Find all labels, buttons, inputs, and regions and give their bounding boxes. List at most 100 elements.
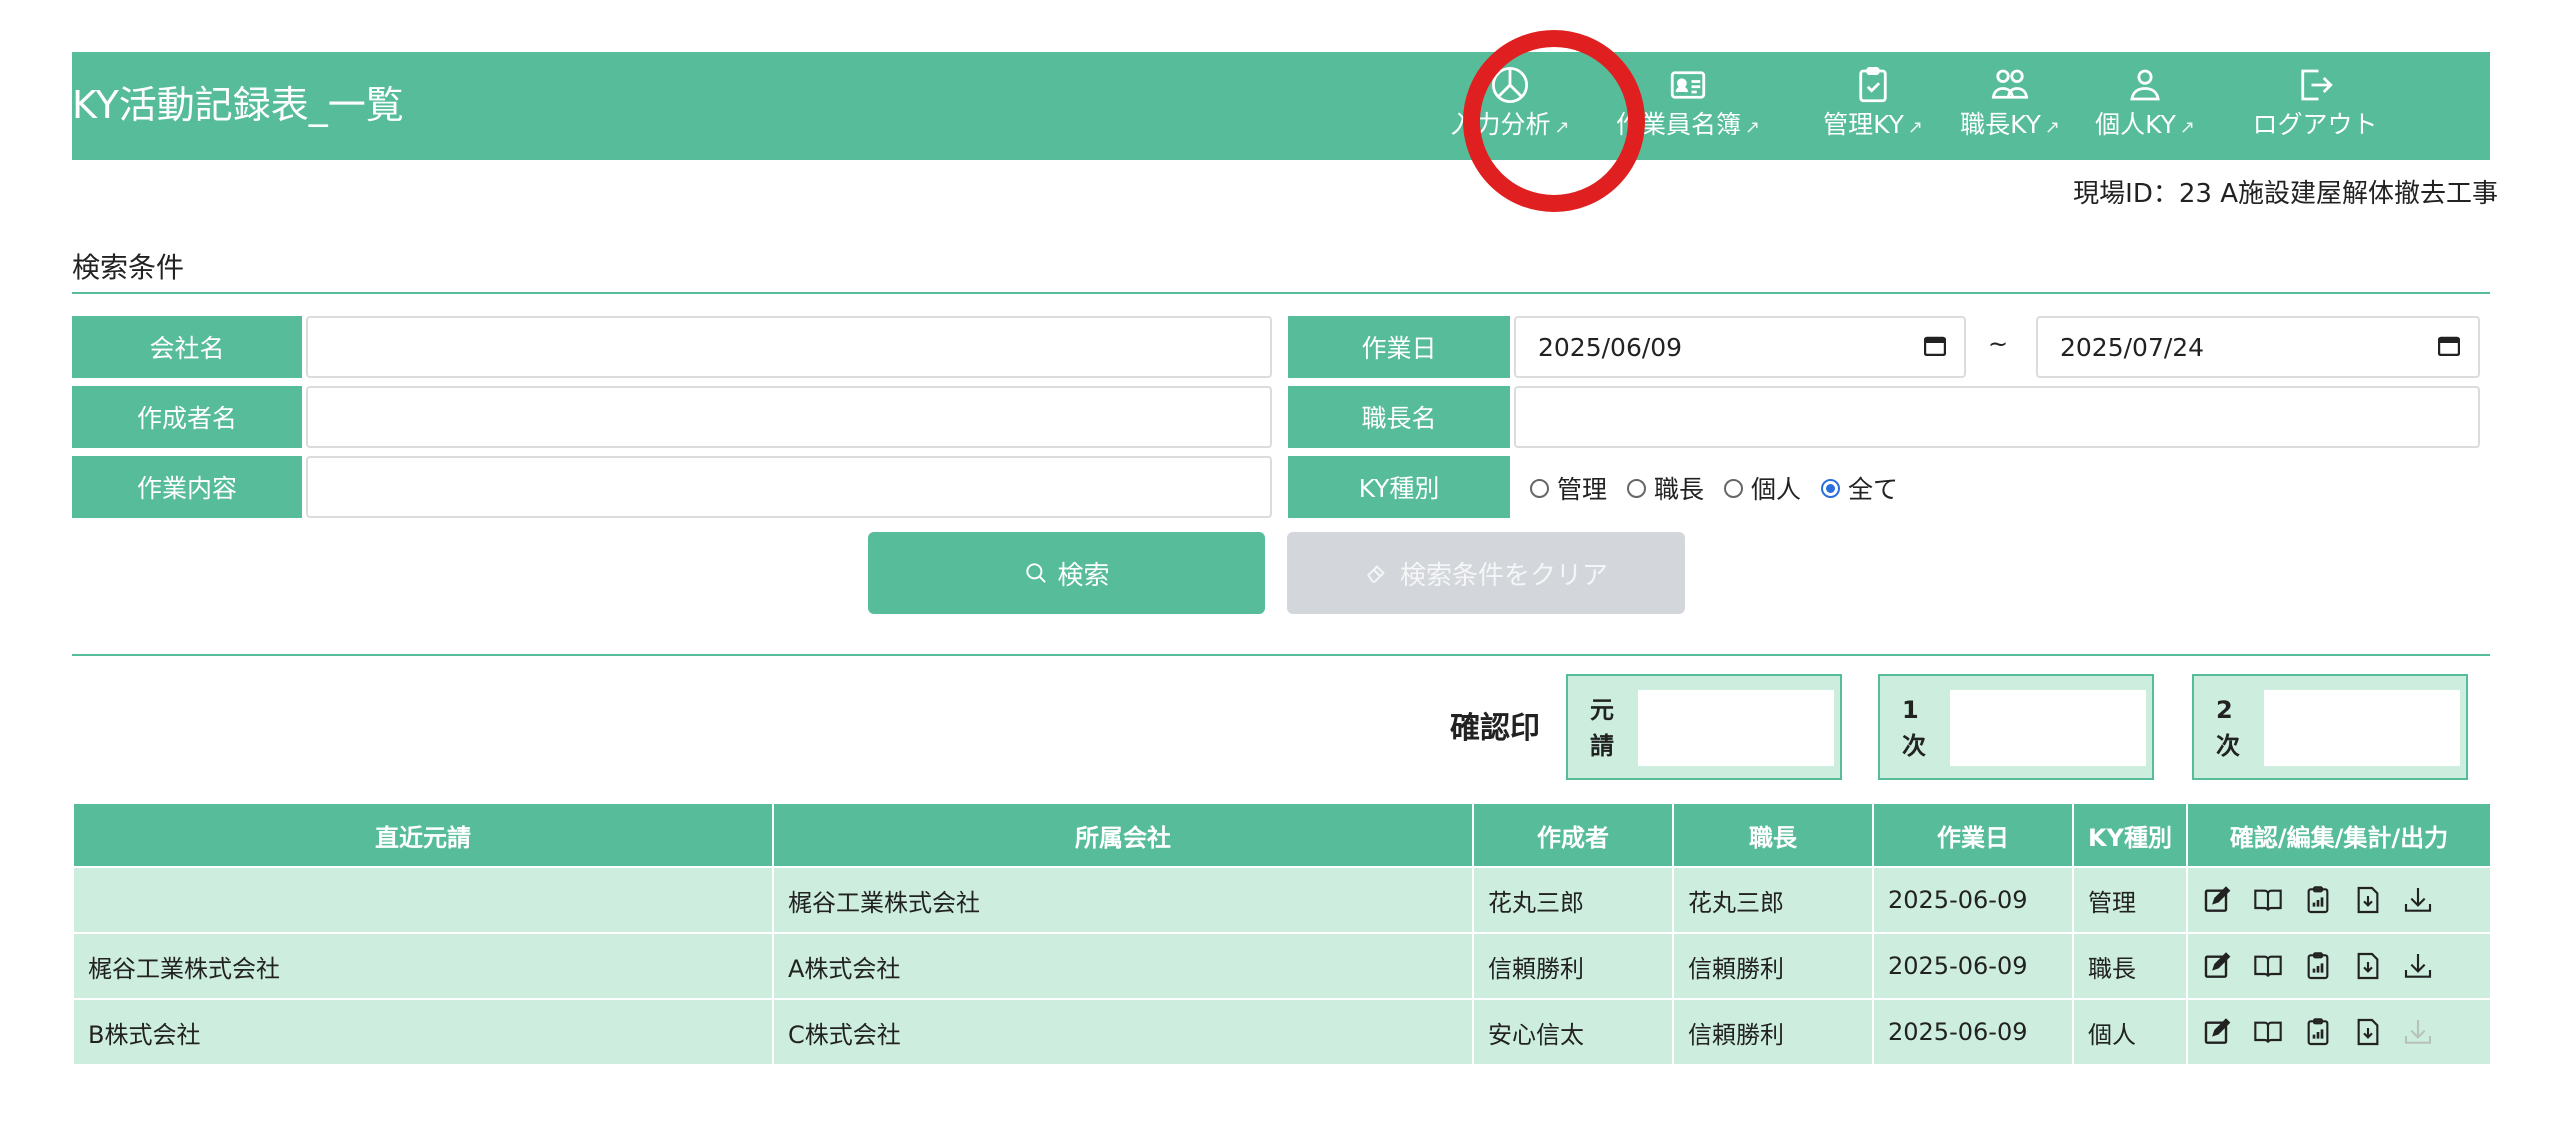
stamp-title: 次 (2216, 732, 2240, 760)
external-link-icon: ↗ (1554, 117, 1570, 138)
author-label: 作成者名 (72, 386, 302, 448)
author-input[interactable] (306, 386, 1272, 448)
user-icon (2130, 69, 2160, 101)
cell-company: 梶谷工業株式会社 (772, 866, 1474, 934)
clipboard-data-icon[interactable] (2302, 1016, 2334, 1048)
app-header: KY活動記録表_一覧 入力分析 ↗ 作業員名簿 ↗ 管理KY ↗ 職長KY ↗ 個人KY… (72, 52, 2490, 160)
clipboard-check-icon (1859, 66, 1887, 103)
work-label: 作業内容 (72, 456, 302, 518)
divider (72, 654, 2490, 656)
eraser-icon (1367, 565, 1385, 583)
file-download-icon[interactable] (2352, 1016, 2384, 1048)
cell-actions (2186, 866, 2492, 934)
nav-logout[interactable]: ログアウト (2240, 64, 2390, 160)
date-from-input[interactable]: 2025/06/09 (1514, 316, 1966, 378)
cell-author: 花丸三郎 (1472, 866, 1674, 934)
table-row: 梶谷工業株式会社 A株式会社 信頼勝利 信頼勝利 2025-06-09 職長 (72, 932, 2492, 1000)
nav-label: 作業員名簿 (1615, 110, 1741, 139)
nav-personal-ky[interactable]: 個人KY ↗ (2080, 64, 2210, 160)
nav-label: 職長KY (1960, 110, 2041, 139)
stamp-field[interactable] (1950, 690, 2146, 766)
stamp-field[interactable] (2264, 690, 2460, 766)
nav-input-analysis[interactable]: 入力分析 ↗ (1440, 64, 1580, 160)
work-input[interactable] (306, 456, 1272, 518)
stamp-title: 請 (1590, 732, 1614, 760)
col-header: 職長 (1672, 802, 1874, 868)
date-from-value: 2025/06/09 (1538, 332, 1683, 362)
external-link-icon: ↗ (2179, 117, 2195, 138)
clear-button-label: 検索条件をクリア (1399, 560, 1608, 591)
col-header: 所属会社 (772, 802, 1474, 868)
cell-date: 2025-06-09 (1872, 998, 2074, 1066)
download-icon[interactable] (2402, 950, 2434, 982)
edit-icon[interactable] (2202, 884, 2234, 916)
radio-label: 全て (1848, 475, 1899, 504)
nav-foreman-ky[interactable]: 職長KY ↗ (1945, 64, 2075, 160)
external-link-icon: ↗ (2044, 117, 2060, 138)
radio-circle-selected[interactable] (1821, 478, 1841, 498)
divider (72, 292, 2490, 294)
book-icon[interactable] (2252, 950, 2284, 982)
book-icon[interactable] (2252, 884, 2284, 916)
radio-foreman[interactable]: 職長 (1627, 470, 1704, 506)
id-card-icon (1670, 71, 1706, 99)
search-button-label: 検索 (1057, 560, 1110, 591)
table-row: 梶谷工業株式会社 花丸三郎 花丸三郎 2025-06-09 管理 (72, 866, 2492, 934)
logout-icon (2301, 69, 2333, 101)
stamp-title: 元 (1590, 696, 1614, 724)
foreman-input[interactable] (1514, 386, 2480, 448)
download-icon-disabled (2404, 1020, 2432, 1044)
cell-foreman: 花丸三郎 (1672, 866, 1874, 934)
file-download-icon[interactable] (2352, 950, 2384, 982)
file-download-icon[interactable] (2352, 884, 2384, 916)
ky-records-table: 直近元請 所属会社 作成者 職長 作業日 KY種別 確認/編集/集計/出力 梶谷… (72, 802, 2492, 1066)
company-label: 会社名 (72, 316, 302, 378)
external-link-icon: ↗ (1907, 117, 1923, 138)
stamp-title: 次 (1902, 732, 1926, 760)
nav-worker-list[interactable]: 作業員名簿 ↗ (1588, 64, 1788, 160)
radio-circle[interactable] (1627, 478, 1647, 498)
search-icon (1026, 563, 1047, 583)
col-header: 直近元請 (72, 802, 774, 868)
cell-foreman: 信頼勝利 (1672, 932, 1874, 1000)
clipboard-data-icon[interactable] (2302, 884, 2334, 916)
radio-admin[interactable]: 管理 (1530, 470, 1607, 506)
stamp-field[interactable] (1638, 690, 1834, 766)
download-icon[interactable] (2402, 884, 2434, 916)
table-header-row: 直近元請 所属会社 作成者 職長 作業日 KY種別 確認/編集/集計/出力 (72, 802, 2492, 868)
page-title: KY活動記録表_一覧 (72, 83, 404, 127)
clear-search-button[interactable]: 検索条件をクリア (1287, 532, 1685, 614)
stamp-label: 確認印 (1450, 711, 1540, 746)
radio-personal[interactable]: 個人 (1724, 470, 1801, 506)
search-button[interactable]: 検索 (868, 532, 1265, 614)
top-nav: 入力分析 ↗ 作業員名簿 ↗ 管理KY ↗ 職長KY ↗ 個人KY ↗ ログアウト (1440, 64, 2490, 160)
cell-prime-contractor: B株式会社 (72, 998, 774, 1066)
cell-prime-contractor: 梶谷工業株式会社 (72, 932, 774, 1000)
date-to-input[interactable]: 2025/07/24 (2036, 316, 2480, 378)
radio-all[interactable]: 全て (1821, 470, 1898, 506)
radio-label: 職長 (1654, 475, 1705, 504)
calendar-icon[interactable] (1924, 336, 1946, 356)
clipboard-data-icon[interactable] (2302, 950, 2334, 982)
cell-author: 信頼勝利 (1472, 932, 1674, 1000)
radio-circle[interactable] (1724, 478, 1744, 498)
stamp-box-first: 1次 (1878, 674, 2154, 780)
kytype-label: KY種別 (1288, 456, 1510, 518)
nav-label: 入力分析 (1450, 110, 1551, 139)
edit-icon[interactable] (2202, 1016, 2234, 1048)
cell-actions (2186, 932, 2492, 1000)
radio-label: 管理 (1557, 475, 1608, 504)
stamp-title: 2 (2216, 696, 2233, 724)
nav-admin-ky[interactable]: 管理KY ↗ (1808, 64, 1938, 160)
nav-label: 個人KY (2095, 110, 2176, 139)
cell-foreman: 信頼勝利 (1672, 998, 1874, 1066)
cell-actions (2186, 998, 2492, 1066)
calendar-icon[interactable] (2438, 336, 2460, 356)
book-icon[interactable] (2252, 1016, 2284, 1048)
stamp-box-second: 2次 (2192, 674, 2468, 780)
company-input[interactable] (306, 316, 1272, 378)
radio-circle[interactable] (1530, 478, 1549, 498)
date-range-separator: ~ (1988, 330, 2009, 358)
stamp-box-contractor: 元請 (1566, 674, 1842, 780)
edit-icon[interactable] (2202, 950, 2234, 982)
